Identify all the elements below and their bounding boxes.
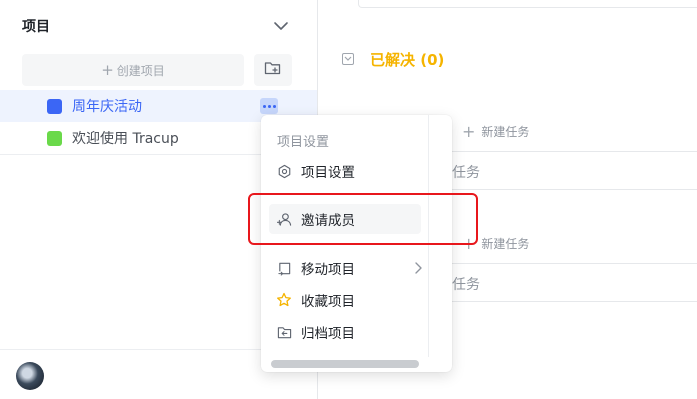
project-color-dot	[47, 130, 62, 146]
menu-header: 项目设置	[277, 135, 330, 150]
menu-item-label: 移动项目	[301, 262, 355, 278]
resolved-section-title: 已解决 (0)	[370, 51, 445, 69]
menu-item-invite-members[interactable]: 邀请成员	[269, 204, 421, 234]
project-name: 欢迎使用 Tracup	[72, 131, 179, 147]
chevron-right-icon	[413, 261, 423, 279]
menu-item-label: 邀请成员	[301, 213, 355, 229]
new-task-label: 新建任务	[481, 125, 530, 139]
avatar[interactable]	[16, 362, 44, 390]
task-text: 任务	[452, 165, 480, 181]
plus-icon: +	[101, 61, 114, 79]
menu-item-label: 归档项目	[301, 326, 355, 342]
menu-item-archive-project[interactable]: 归档项目	[269, 317, 421, 347]
menu-separator	[269, 243, 421, 244]
new-task-button[interactable]: + 新建任务	[462, 234, 529, 253]
create-project-button[interactable]: + 创建项目	[22, 54, 244, 86]
star-icon	[276, 292, 292, 308]
more-options-icon[interactable]	[260, 98, 278, 114]
folder-plus-icon	[264, 60, 282, 80]
invite-user-icon	[276, 211, 292, 227]
menu-item-label: 项目设置	[301, 165, 355, 181]
menu-separator	[269, 194, 421, 195]
new-task-button[interactable]: + 新建任务	[462, 122, 529, 141]
settings-icon	[276, 163, 292, 179]
move-icon	[276, 260, 292, 276]
menu-item-label: 收藏项目	[301, 294, 355, 310]
chevron-down-icon[interactable]	[272, 18, 290, 32]
menu-divider	[428, 115, 429, 357]
plus-icon: +	[462, 234, 476, 253]
new-folder-button[interactable]	[254, 54, 292, 86]
project-color-dot	[47, 98, 62, 114]
sidebar-title: 项目	[22, 19, 50, 35]
create-project-label: 创建项目	[116, 63, 165, 78]
project-name: 周年庆活动	[72, 99, 142, 115]
project-context-menu: 项目设置 项目设置 邀请成员 移动项目 收藏项目 归档项目	[261, 115, 452, 372]
task-text: 任务	[452, 277, 480, 293]
archive-icon	[276, 324, 292, 340]
top-card	[358, 0, 697, 8]
plus-icon: +	[462, 122, 476, 141]
collapse-icon[interactable]	[342, 53, 354, 65]
menu-item-move-project[interactable]: 移动项目	[269, 253, 423, 283]
menu-item-project-settings[interactable]: 项目设置	[269, 156, 421, 186]
menu-item-favorite-project[interactable]: 收藏项目	[269, 285, 421, 315]
new-task-label: 新建任务	[481, 237, 530, 251]
horizontal-scrollbar[interactable]	[271, 360, 419, 368]
